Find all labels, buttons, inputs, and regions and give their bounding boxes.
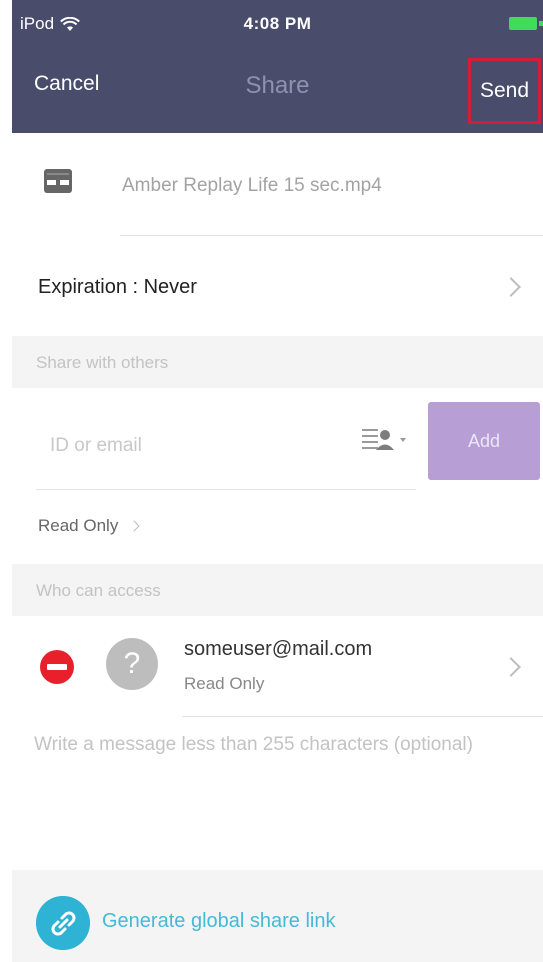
avatar: ? [106,638,158,690]
top-bar: iPod 4:08 PM Cancel Share Send [12,0,543,133]
contacts-picker-icon[interactable] [360,426,412,454]
generate-share-link-button[interactable]: Generate global share link [12,870,543,962]
divider [182,716,543,717]
film-file-icon [44,169,72,193]
chevron-right-icon [501,277,521,297]
send-button-label: Send [479,79,530,102]
file-row: Amber Replay Life 15 sec.mp4 [12,133,543,236]
status-time: 4:08 PM [243,14,312,33]
access-section-header: Who can access [12,564,543,616]
file-name: Amber Replay Life 15 sec.mp4 [122,175,382,196]
expiration-label: Expiration : Never [38,276,197,298]
id-email-input[interactable] [36,404,416,488]
permission-selector[interactable]: Read Only [38,516,140,536]
send-button[interactable]: Send [468,58,541,124]
share-section-title: Share with others [36,353,169,372]
generate-share-link-label: Generate global share link [102,910,336,932]
share-screen: iPod 4:08 PM Cancel Share Send Amber Rep… [12,0,543,962]
permission-label: Read Only [38,516,119,535]
input-underline [36,489,416,490]
remove-user-icon[interactable] [40,650,74,684]
share-section-header: Share with others [12,336,543,388]
add-button[interactable]: Add [428,402,540,480]
avatar-glyph: ? [123,647,141,680]
message-input[interactable] [34,730,504,860]
access-section-title: Who can access [36,581,161,600]
access-permission: Read Only [184,674,265,693]
status-bar: iPod 4:08 PM [12,0,543,52]
chevron-right-icon [128,520,140,532]
expiration-row[interactable]: Expiration : Never [12,236,543,336]
page-title: Share [245,72,310,99]
link-icon [36,896,90,950]
chevron-right-icon [501,657,521,677]
add-button-label: Add [467,430,501,451]
access-email: someuser@mail.com [184,638,373,660]
battery-icon [509,17,543,30]
access-entry-row[interactable]: ? someuser@mail.com Read Only [12,616,543,716]
